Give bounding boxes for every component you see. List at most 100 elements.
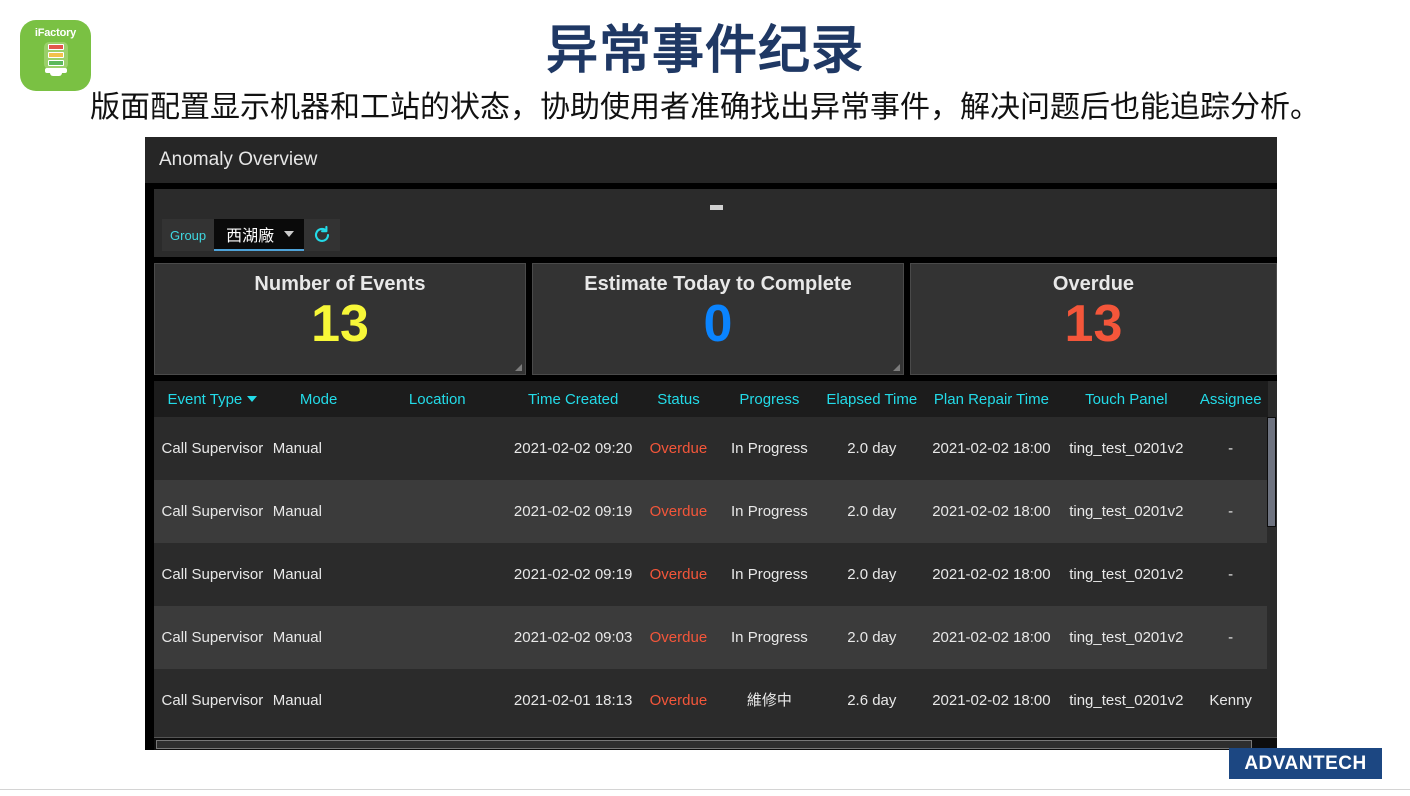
- kpi-title: Number of Events: [254, 273, 426, 295]
- column-header-plan-repair-time[interactable]: Plan Repair Time: [923, 391, 1059, 408]
- cell-mode: Manual: [272, 691, 322, 709]
- cell-event-type: Call Supervisor: [161, 439, 264, 457]
- cell-mode: Manual: [272, 628, 322, 646]
- cell-status: Overdue: [649, 628, 708, 646]
- cell-mode: Manual: [272, 565, 322, 583]
- cell-plan-repair-time: 2021-02-02 18:00: [932, 439, 1051, 457]
- cell-time-created: 2021-02-02 09:03: [513, 628, 633, 646]
- cell-time-created: 2021-02-02 09:20: [513, 439, 633, 457]
- advantech-logo-label: ADVANTECH: [1244, 752, 1367, 774]
- cell-elapsed-time: 2.6 day: [847, 691, 897, 709]
- cell-time-created: 2021-02-02 09:19: [513, 502, 633, 520]
- column-header-time-created[interactable]: Time Created: [508, 391, 638, 408]
- kpi-row: Number of Events 13 Estimate Today to Co…: [154, 263, 1277, 375]
- column-header-touch-panel[interactable]: Touch Panel: [1059, 391, 1193, 408]
- kpi-value: 0: [703, 295, 733, 353]
- cell-progress: In Progress: [731, 439, 808, 457]
- cell-assignee: -: [1228, 565, 1234, 583]
- group-filter-label: Group: [162, 219, 215, 251]
- footer-divider: [0, 789, 1410, 790]
- scrollbar-thumb[interactable]: [1267, 417, 1276, 527]
- cell-progress: In Progress: [731, 565, 808, 583]
- kpi-title: Overdue: [1052, 273, 1135, 295]
- resize-handle[interactable]: [892, 364, 900, 371]
- cell-status: Overdue: [649, 502, 708, 520]
- dashboard-window: Anomaly Overview Group 西湖廠 Number of Eve…: [145, 137, 1277, 750]
- kpi-card-estimate-today-to-complete: Estimate Today to Complete 0: [531, 263, 904, 375]
- table-horizontal-scrollbar[interactable]: [154, 737, 1277, 750]
- column-header-event-type[interactable]: Event Type: [154, 391, 271, 408]
- kpi-title: Estimate Today to Complete: [584, 273, 852, 295]
- page-title: 异常事件纪录: [545, 22, 864, 80]
- column-header-mode[interactable]: Mode: [271, 391, 367, 408]
- cell-event-type: Call Supervisor: [161, 628, 264, 646]
- events-table: Event Type Mode Location Time Created St…: [154, 381, 1268, 732]
- table-row[interactable]: Call Supervisor Manual 2021-02-02 09:20 …: [154, 417, 1268, 480]
- cell-time-created: 2021-02-01 18:13: [513, 691, 633, 709]
- group-select[interactable]: 西湖廠: [214, 219, 305, 251]
- cell-elapsed-time: 2.0 day: [847, 565, 897, 583]
- kpi-card-overdue: Overdue 13: [909, 263, 1277, 375]
- cell-event-type: Call Supervisor: [161, 565, 264, 583]
- dashboard-title: Anomaly Overview: [159, 149, 318, 170]
- cell-touch-panel: ting_test_0201v2: [1069, 502, 1184, 520]
- cell-elapsed-time: 2.0 day: [847, 439, 897, 457]
- column-header-progress[interactable]: Progress: [719, 391, 820, 408]
- cell-assignee: -: [1228, 628, 1234, 646]
- cell-progress: In Progress: [731, 628, 808, 646]
- refresh-icon: [315, 225, 330, 242]
- chevron-down-icon: [284, 231, 295, 237]
- table-header-row: Event Type Mode Location Time Created St…: [154, 381, 1268, 417]
- table-row[interactable]: Call Supervisor Manual 2021-02-02 09:03 …: [154, 606, 1268, 669]
- column-header-location[interactable]: Location: [366, 391, 508, 408]
- cell-elapsed-time: 2.0 day: [847, 502, 897, 520]
- cell-elapsed-time: 2.0 day: [847, 628, 897, 646]
- kpi-value: 13: [311, 295, 369, 353]
- group-filter: Group 西湖廠: [162, 219, 341, 251]
- cell-touch-panel: ting_test_0201v2: [1069, 565, 1184, 583]
- scrollbar-thumb[interactable]: [156, 740, 1252, 749]
- cell-plan-repair-time: 2021-02-02 18:00: [932, 565, 1051, 583]
- cell-touch-panel: ting_test_0201v2: [1069, 439, 1184, 457]
- page-subtitle: 版面配置显示机器和工站的状态，协助使用者准确找出异常事件，解决问题后也能追踪分析…: [90, 91, 1320, 124]
- table-row[interactable]: Call Supervisor Manual 2021-02-02 09:19 …: [154, 543, 1268, 606]
- column-header-elapsed-time[interactable]: Elapsed Time: [820, 391, 923, 408]
- filter-panel: Group 西湖廠: [154, 189, 1277, 257]
- cell-mode: Manual: [272, 439, 322, 457]
- column-header-assignee[interactable]: Assignee: [1193, 391, 1268, 408]
- cell-status: Overdue: [649, 439, 708, 457]
- sort-descending-caret-icon: [247, 396, 258, 402]
- cell-time-created: 2021-02-02 09:19: [513, 565, 633, 583]
- cell-plan-repair-time: 2021-02-02 18:00: [932, 691, 1051, 709]
- column-header-status[interactable]: Status: [638, 391, 718, 408]
- refresh-button[interactable]: [304, 219, 341, 251]
- cell-progress: 維修中: [746, 691, 792, 709]
- cell-status: Overdue: [649, 691, 708, 709]
- cell-assignee: Kenny: [1209, 691, 1252, 709]
- cell-assignee: -: [1228, 439, 1234, 457]
- advantech-logo: ADVANTECH: [1229, 748, 1382, 779]
- cell-event-type: Call Supervisor: [161, 691, 264, 709]
- cell-status: Overdue: [649, 565, 708, 583]
- cell-touch-panel: ting_test_0201v2: [1069, 628, 1184, 646]
- cell-assignee: -: [1228, 502, 1234, 520]
- table-body: Call Supervisor Manual 2021-02-02 09:20 …: [154, 417, 1268, 732]
- events-table-panel: Event Type Mode Location Time Created St…: [154, 381, 1277, 741]
- cell-touch-panel: ting_test_0201v2: [1069, 691, 1184, 709]
- collapse-indicator[interactable]: [710, 205, 723, 210]
- kpi-card-number-of-events: Number of Events 13: [154, 263, 526, 375]
- cell-mode: Manual: [272, 502, 322, 520]
- cell-plan-repair-time: 2021-02-02 18:00: [932, 628, 1051, 646]
- dashboard-header: Anomaly Overview: [145, 137, 1277, 183]
- cell-event-type: Call Supervisor: [161, 502, 264, 520]
- table-row[interactable]: Call Supervisor Manual 2021-02-02 09:19 …: [154, 480, 1268, 543]
- table-row[interactable]: Call Supervisor Manual 2021-02-01 18:13 …: [154, 669, 1268, 732]
- kpi-value: 13: [1064, 295, 1123, 353]
- column-header-label: Event Type: [167, 390, 243, 408]
- slide-page: iFactory 异常事件纪录 版面配置显示机器和工站的状态，协助使用者准确找出…: [0, 0, 1410, 796]
- cell-plan-repair-time: 2021-02-02 18:00: [932, 502, 1051, 520]
- table-vertical-scrollbar[interactable]: [1267, 417, 1276, 741]
- cell-progress: In Progress: [731, 502, 808, 520]
- group-select-value: 西湖廠: [226, 228, 275, 245]
- resize-handle[interactable]: [514, 364, 522, 371]
